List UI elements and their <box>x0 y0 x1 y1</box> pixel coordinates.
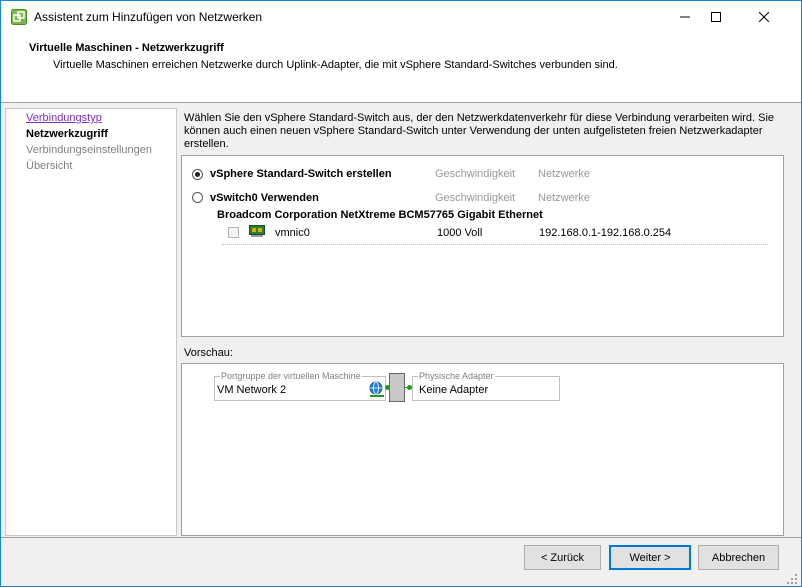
step-description: Wählen Sie den vSphere Standard-Switch a… <box>184 112 775 150</box>
networks-column-header: Netzwerke <box>538 168 590 180</box>
preview-label: Vorschau: <box>184 347 233 359</box>
physical-adapter-legend: Physische Adapter <box>418 371 495 381</box>
speed-column-header: Geschwindigkeit <box>435 168 516 180</box>
back-button[interactable]: < Zurück <box>524 545 601 570</box>
row-divider <box>222 244 768 245</box>
preview-panel: Portgruppe der virtuellen Maschine VM Ne… <box>181 363 784 536</box>
close-button[interactable] <box>741 1 787 33</box>
next-button[interactable]: Weiter > <box>609 545 691 570</box>
wizard-steps-nav: Verbindungstyp Netzwerkzugriff Verbindun… <box>5 108 177 536</box>
wizard-header: Virtuelle Maschinen - Netzwerkzugriff Vi… <box>1 33 801 103</box>
network-globe-icon <box>369 381 384 397</box>
vmnic0-speed: 1000 Voll <box>437 227 483 239</box>
wizard-window: Assistent zum Hinzufügen von Netzwerken … <box>0 0 802 587</box>
physical-adapter-box: Physische Adapter Keine Adapter <box>412 371 560 401</box>
nav-item-verbindungstyp[interactable]: Verbindungstyp <box>26 112 102 124</box>
vmnic0-name: vmnic0 <box>275 227 310 239</box>
portgroup-legend: Portgruppe der virtuellen Maschine <box>220 371 362 381</box>
maximize-icon <box>711 12 721 22</box>
footer-divider <box>1 537 801 538</box>
portgroup-box: Portgruppe der virtuellen Maschine VM Ne… <box>214 371 386 401</box>
nav-item-uebersicht: Übersicht <box>26 160 73 172</box>
radio-create-switch[interactable] <box>192 169 203 180</box>
nav-item-netzwerkzugriff: Netzwerkzugriff <box>26 128 108 140</box>
vsphere-app-icon <box>11 9 27 25</box>
vmnic0-checkbox[interactable] <box>228 227 239 238</box>
radio-use-vswitch0[interactable] <box>192 192 203 203</box>
physical-adapter-value: Keine Adapter <box>419 384 489 396</box>
page-title: Virtuelle Maschinen - Netzwerkzugriff <box>29 42 224 54</box>
networks-column-header-2: Netzwerke <box>538 192 590 204</box>
window-title: Assistent zum Hinzufügen von Netzwerken <box>34 10 263 24</box>
adapter-group-title: Broadcom Corporation NetXtreme BCM57765 … <box>217 209 543 221</box>
option-use-vswitch0-label[interactable]: vSwitch0 Verwenden <box>210 192 319 204</box>
maximize-button[interactable] <box>693 1 739 33</box>
close-icon <box>759 12 769 22</box>
speed-column-header-2: Geschwindigkeit <box>435 192 516 204</box>
vswitch-graphic <box>389 373 405 402</box>
page-subtitle: Virtuelle Maschinen erreichen Netzwerke … <box>53 59 618 71</box>
radio-selected-dot <box>195 172 200 177</box>
title-bar: Assistent zum Hinzufügen von Netzwerken <box>1 1 801 33</box>
minimize-icon <box>680 16 690 18</box>
nav-item-verbindungseinstellungen: Verbindungseinstellungen <box>26 144 152 156</box>
vmnic0-networks: 192.168.0.1-192.168.0.254 <box>539 227 672 239</box>
portgroup-value: VM Network 2 <box>217 384 287 396</box>
cancel-button[interactable]: Abbrechen <box>698 545 779 570</box>
option-create-switch-label[interactable]: vSphere Standard-Switch erstellen <box>210 168 392 180</box>
resize-grip-icon[interactable] <box>785 572 799 586</box>
network-card-icon <box>249 225 265 237</box>
switch-selection-panel: vSphere Standard-Switch erstellen Geschw… <box>181 155 784 337</box>
